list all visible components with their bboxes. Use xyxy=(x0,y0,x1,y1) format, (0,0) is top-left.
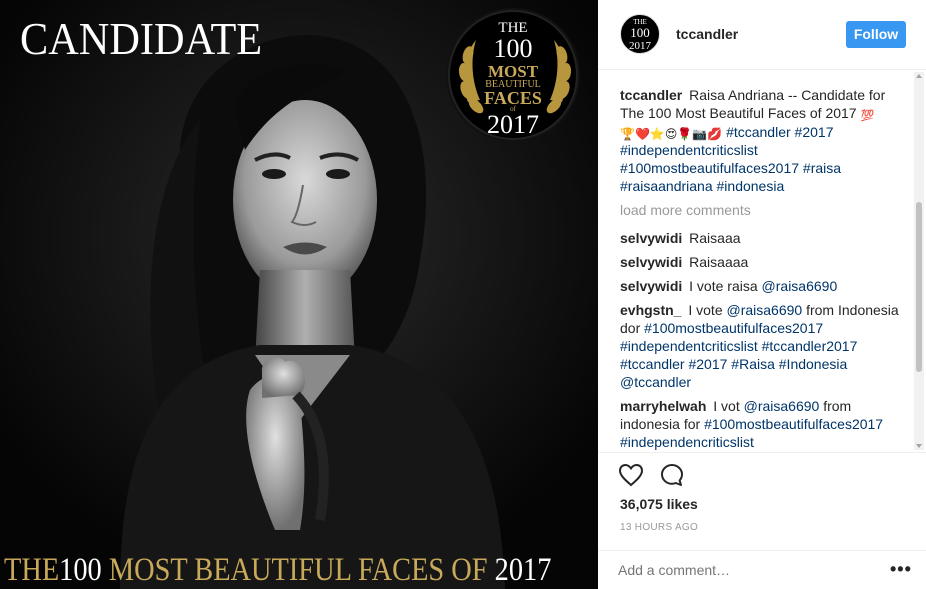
load-more-comments[interactable]: load more comments xyxy=(620,201,910,219)
comment-item: selvywidi I vote raisa @raisa6690 xyxy=(620,277,910,295)
hundred-emoji-icon: 💯 xyxy=(860,110,875,122)
scroll-down-arrow-icon[interactable] xyxy=(916,444,922,448)
more-options-icon[interactable]: ••• xyxy=(890,559,912,580)
comment-mention[interactable]: @raisa6690 xyxy=(762,278,838,294)
comment-username[interactable]: evhgstn_ xyxy=(620,302,681,318)
comment-username[interactable]: marryhelwah xyxy=(620,398,706,414)
caption-tags-4[interactable]: #raisaandriana #indonesia xyxy=(620,178,784,194)
add-comment-bar: ••• xyxy=(598,550,926,589)
caption: tccandler Raisa Andriana -- Candidate fo… xyxy=(620,86,910,195)
emoji-group-icon: 🏆❤️⭐😍🌹📷💋 xyxy=(620,127,723,141)
comment-icon[interactable] xyxy=(660,463,684,487)
bottom-title-middle: MOST BEAUTIFUL FACES OF xyxy=(101,552,495,588)
comment-mention[interactable]: @raisa6690 xyxy=(744,398,820,414)
comment-text: I vote xyxy=(688,302,727,318)
add-comment-input[interactable] xyxy=(618,560,868,580)
comment-item: selvywidi Raisaaa xyxy=(620,229,910,247)
comment-item: evhgstn_ I vote @raisa6690 from Indonesi… xyxy=(620,301,910,391)
avatar-year: 2017 xyxy=(629,40,651,52)
follow-button[interactable]: Follow xyxy=(846,21,906,48)
caption-tags-2[interactable]: #independentcriticslist xyxy=(620,142,758,158)
comment-item: selvywidi Raisaaaa xyxy=(620,253,910,271)
comment-mention[interactable]: @raisa6690 xyxy=(727,302,803,318)
post-actions: 36,075 likes 13 HOURS AGO xyxy=(598,452,926,552)
scroll-thumb[interactable] xyxy=(916,202,922,372)
candidate-label: CANDIDATE xyxy=(20,13,263,64)
comments-scrollbar[interactable] xyxy=(914,72,924,450)
comment-item: marryhelwah I vot @raisa6690 from indone… xyxy=(620,397,910,451)
post-header: THE 100 2017 tccandler Follow xyxy=(598,0,926,70)
comments-list: tccandler Raisa Andriana -- Candidate fo… xyxy=(620,86,910,451)
award-badge: THE 100 MOST BEAUTIFUL FACES of 2017 xyxy=(448,10,578,140)
comment-tags[interactable]: #100mostbeautifulfaces2017 #independentc… xyxy=(620,320,857,372)
comment-text: Raisaaaa xyxy=(689,254,749,270)
comment-text: I vote raisa xyxy=(689,278,762,294)
badge-year: 2017 xyxy=(487,110,539,139)
header-username[interactable]: tccandler xyxy=(676,26,738,42)
caption-username[interactable]: tccandler xyxy=(620,87,682,103)
bottom-title: THE100 MOST BEAUTIFUL FACES OF 2017 xyxy=(0,552,598,589)
post-image[interactable]: CANDIDATE THE 100 MOST BEAUTIFUL FACES o… xyxy=(0,0,598,589)
likes-count[interactable]: 36,075 likes xyxy=(620,496,698,512)
post-sidebar: THE 100 2017 tccandler Follow tccandler … xyxy=(598,0,926,589)
comment-username[interactable]: selvywidi xyxy=(620,278,682,294)
avatar[interactable]: THE 100 2017 xyxy=(620,14,660,54)
comment-username[interactable]: selvywidi xyxy=(620,254,682,270)
comment-text: I vot xyxy=(713,398,744,414)
badge-number: 100 xyxy=(493,34,533,63)
caption-tags-1[interactable]: #tccandler #2017 xyxy=(726,124,833,140)
avatar-number: 100 xyxy=(630,25,650,40)
bottom-title-year: 2017 xyxy=(494,552,552,588)
post-timestamp[interactable]: 13 HOURS AGO xyxy=(620,522,698,533)
comment-mention-2[interactable]: @tccandler xyxy=(620,374,691,390)
heart-icon[interactable] xyxy=(618,463,644,487)
scroll-up-arrow-icon[interactable] xyxy=(916,74,922,78)
comment-username[interactable]: selvywidi xyxy=(620,230,682,246)
bottom-title-the: THE xyxy=(4,552,60,588)
comment-text: Raisaaa xyxy=(689,230,741,246)
bottom-title-number: 100 xyxy=(59,552,102,588)
caption-tags-3[interactable]: #100mostbeautifulfaces2017 #raisa xyxy=(620,160,841,176)
